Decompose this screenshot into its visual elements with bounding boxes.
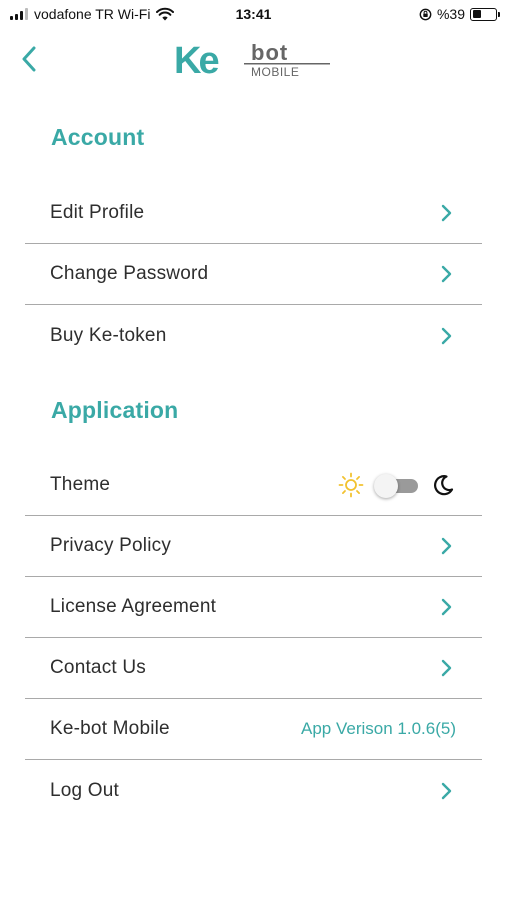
change-password-row[interactable]: Change Password [25, 244, 482, 305]
chevron-right-icon [441, 537, 452, 555]
status-right: %39 [419, 6, 500, 22]
logo-mobile: MOBILE [251, 65, 299, 79]
moon-icon [434, 475, 454, 496]
chevron-right-icon [441, 659, 452, 677]
chevron-right-icon [441, 327, 452, 344]
edit-profile-row[interactable]: Edit Profile [25, 183, 482, 244]
header: Ke bot MOBILE [0, 32, 507, 88]
chevron-right-icon [441, 265, 452, 283]
contact-us-label: Contact Us [50, 657, 146, 678]
battery-level [472, 10, 482, 18]
privacy-policy-label: Privacy Policy [50, 535, 172, 556]
privacy-policy-row[interactable]: Privacy Policy [25, 516, 482, 577]
version-row: Ke-bot Mobile App Verison 1.0.6(5) [25, 699, 482, 760]
logo-bot: bot [251, 40, 288, 65]
chevron-left-icon [22, 46, 36, 72]
battery-icon [470, 7, 500, 21]
theme-row: Theme [25, 455, 482, 516]
app-name-label: Ke-bot Mobile [50, 718, 170, 739]
change-password-label: Change Password [50, 263, 209, 284]
theme-label: Theme [50, 474, 111, 495]
app-version-value: App Verison 1.0.6(5) [301, 719, 456, 738]
application-section-title: Application [51, 397, 179, 423]
account-section-title: Account [51, 124, 145, 150]
license-agreement-label: License Agreement [50, 596, 217, 617]
status-bar: vodafone TR Wi-Fi 13:41 %39 [0, 0, 507, 30]
logo-ke: Ke [174, 40, 218, 80]
log-out-row[interactable]: Log Out [25, 760, 482, 821]
battery-percent: %39 [436, 6, 465, 22]
toggle-knob [374, 474, 398, 498]
orientation-lock-icon [419, 8, 432, 20]
back-button[interactable] [14, 42, 44, 76]
buy-ke-token-label: Buy Ke-token [50, 324, 167, 346]
theme-controls [338, 472, 456, 498]
edit-profile-label: Edit Profile [50, 202, 145, 223]
chevron-right-icon [441, 782, 452, 799]
chevron-right-icon [441, 204, 452, 222]
buy-ke-token-row[interactable]: Buy Ke-token [25, 305, 482, 366]
chevron-right-icon [441, 598, 452, 616]
license-agreement-row[interactable]: License Agreement [25, 577, 482, 638]
theme-toggle[interactable] [374, 474, 420, 498]
contact-us-row[interactable]: Contact Us [25, 638, 482, 699]
log-out-label: Log Out [50, 779, 120, 801]
sun-icon [338, 472, 364, 498]
kebot-mobile-logo: Ke bot MOBILE [174, 40, 330, 80]
